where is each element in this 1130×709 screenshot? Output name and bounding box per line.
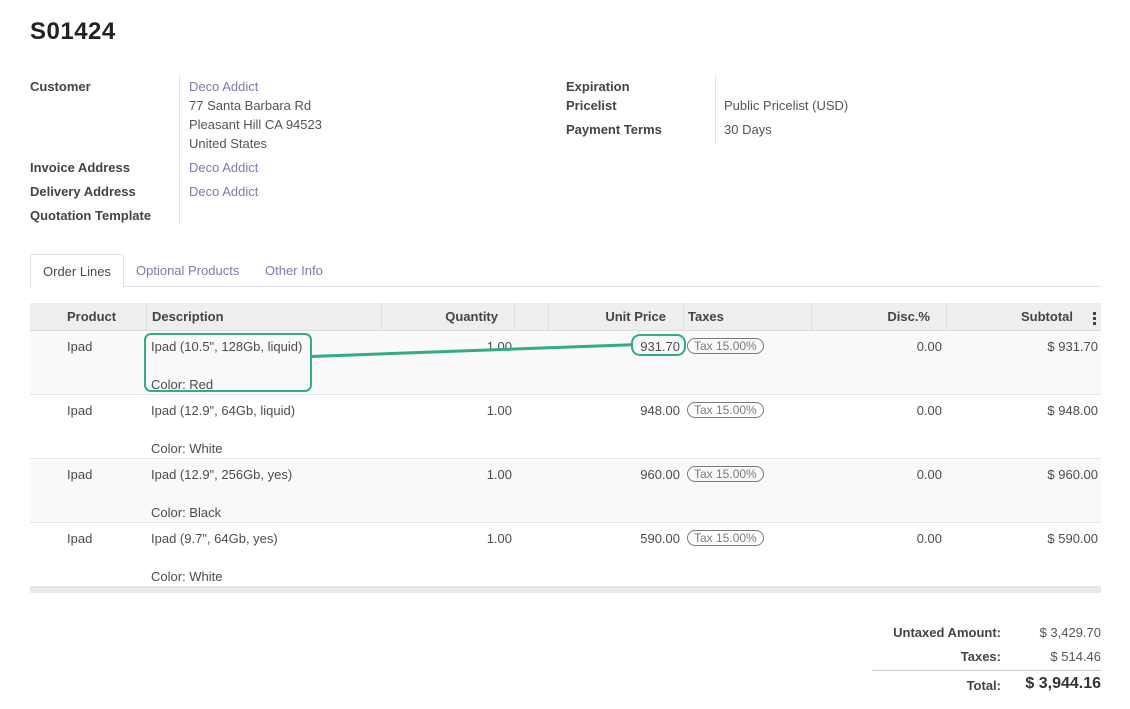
row-subtotal: $ 960.00 bbox=[1047, 467, 1098, 482]
row-discount: 0.00 bbox=[916, 531, 942, 546]
customer-address-line3: United States bbox=[189, 136, 268, 151]
row-discount: 0.00 bbox=[916, 339, 942, 354]
row-description: Ipad (12.9", 256Gb, yes) bbox=[151, 467, 293, 482]
untaxed-amount-value: $ 3,429.70 bbox=[1039, 625, 1101, 640]
row-product: Ipad bbox=[67, 403, 93, 418]
row-quantity: 1.00 bbox=[486, 467, 512, 482]
column-separator bbox=[381, 303, 382, 331]
tab-optional-products[interactable]: Optional Products bbox=[124, 254, 251, 287]
customer-label: Customer bbox=[30, 79, 91, 94]
column-separator bbox=[683, 303, 684, 331]
row-discount: 0.00 bbox=[916, 467, 942, 482]
column-header-unit-price[interactable]: Unit Price bbox=[560, 303, 666, 331]
table-row[interactable]: Ipad Ipad (9.7", 64Gb, yes) Color: White… bbox=[30, 523, 1101, 587]
description-highlight-box bbox=[144, 333, 312, 392]
left-group-separator bbox=[179, 76, 180, 224]
unit-price-highlight-box bbox=[631, 334, 686, 356]
column-header-subtotal[interactable]: Subtotal bbox=[960, 303, 1073, 331]
row-unit-price: 948.00 bbox=[640, 403, 680, 418]
row-subtotal: $ 948.00 bbox=[1047, 403, 1098, 418]
table-row[interactable]: Ipad Ipad (12.9", 64Gb, liquid) Color: W… bbox=[30, 395, 1101, 459]
row-variant: Color: White bbox=[151, 441, 223, 456]
tax-tag: Tax 15.00% bbox=[687, 530, 764, 546]
quotation-template-label: Quotation Template bbox=[30, 208, 152, 223]
row-unit-price: 960.00 bbox=[640, 467, 680, 482]
totals-divider bbox=[872, 670, 1101, 671]
column-header-description[interactable]: Description bbox=[152, 303, 224, 331]
table-row[interactable]: Ipad Ipad (12.9", 256Gb, yes) Color: Bla… bbox=[30, 459, 1101, 523]
kebab-icon[interactable] bbox=[1093, 312, 1096, 327]
row-product: Ipad bbox=[67, 339, 93, 354]
column-separator bbox=[548, 303, 549, 331]
tab-order-lines[interactable]: Order Lines bbox=[30, 254, 124, 288]
page-title: S01424 bbox=[30, 18, 116, 45]
customer-address-line1: 77 Santa Barbara Rd bbox=[189, 98, 312, 113]
row-quantity: 1.00 bbox=[486, 531, 512, 546]
untaxed-amount-label: Untaxed Amount: bbox=[893, 625, 1001, 640]
row-product: Ipad bbox=[67, 467, 93, 482]
row-variant: Color: Black bbox=[151, 505, 222, 520]
taxes-value: $ 514.46 bbox=[1050, 649, 1101, 664]
row-product: Ipad bbox=[67, 531, 93, 546]
row-subtotal: $ 590.00 bbox=[1047, 531, 1098, 546]
invoice-address-label: Invoice Address bbox=[30, 160, 130, 175]
row-discount: 0.00 bbox=[916, 403, 942, 418]
row-variant: Color: White bbox=[151, 569, 223, 584]
total-value: $ 3,944.16 bbox=[1025, 675, 1101, 692]
tax-tag: Tax 15.00% bbox=[687, 466, 764, 482]
row-subtotal: $ 931.70 bbox=[1047, 339, 1098, 354]
tax-tag: Tax 15.00% bbox=[687, 402, 764, 418]
customer-link[interactable]: Deco Addict bbox=[189, 77, 322, 96]
total-label: Total: bbox=[966, 678, 1001, 693]
customer-address-line2: Pleasant Hill CA 94523 bbox=[189, 117, 322, 132]
delivery-address-link[interactable]: Deco Addict bbox=[189, 182, 258, 201]
taxes-label: Taxes: bbox=[960, 649, 1001, 664]
column-header-quantity[interactable]: Quantity bbox=[390, 303, 498, 331]
pricelist-label: Pricelist bbox=[566, 98, 617, 113]
column-separator bbox=[146, 303, 147, 331]
customer-field: Deco Addict 77 Santa Barbara Rd Pleasant… bbox=[189, 77, 322, 153]
delivery-address-label: Delivery Address bbox=[30, 184, 136, 199]
payment-terms-label: Payment Terms bbox=[566, 122, 662, 137]
column-header-product[interactable]: Product bbox=[67, 303, 116, 331]
payment-terms-value: 30 Days bbox=[724, 122, 772, 137]
table-footer bbox=[30, 587, 1101, 593]
column-separator bbox=[946, 303, 947, 331]
notebook-tabs: Order Lines Optional Products Other Info bbox=[30, 254, 1101, 288]
row-quantity: 1.00 bbox=[486, 403, 512, 418]
column-separator bbox=[514, 303, 515, 331]
row-description: Ipad (12.9", 64Gb, liquid) bbox=[151, 403, 296, 418]
tab-other-info[interactable]: Other Info bbox=[253, 254, 335, 287]
row-unit-price: 590.00 bbox=[640, 531, 680, 546]
column-header-taxes[interactable]: Taxes bbox=[688, 303, 724, 331]
tax-tag: Tax 15.00% bbox=[687, 338, 764, 354]
right-group-separator bbox=[715, 76, 716, 144]
table-header: Product Description Quantity Unit Price … bbox=[30, 303, 1101, 331]
column-separator bbox=[811, 303, 812, 331]
pricelist-value: Public Pricelist (USD) bbox=[724, 98, 849, 113]
expiration-label: Expiration bbox=[566, 79, 630, 94]
invoice-address-link[interactable]: Deco Addict bbox=[189, 158, 258, 177]
row-description: Ipad (9.7", 64Gb, yes) bbox=[151, 531, 278, 546]
column-header-discount[interactable]: Disc.% bbox=[820, 303, 930, 331]
